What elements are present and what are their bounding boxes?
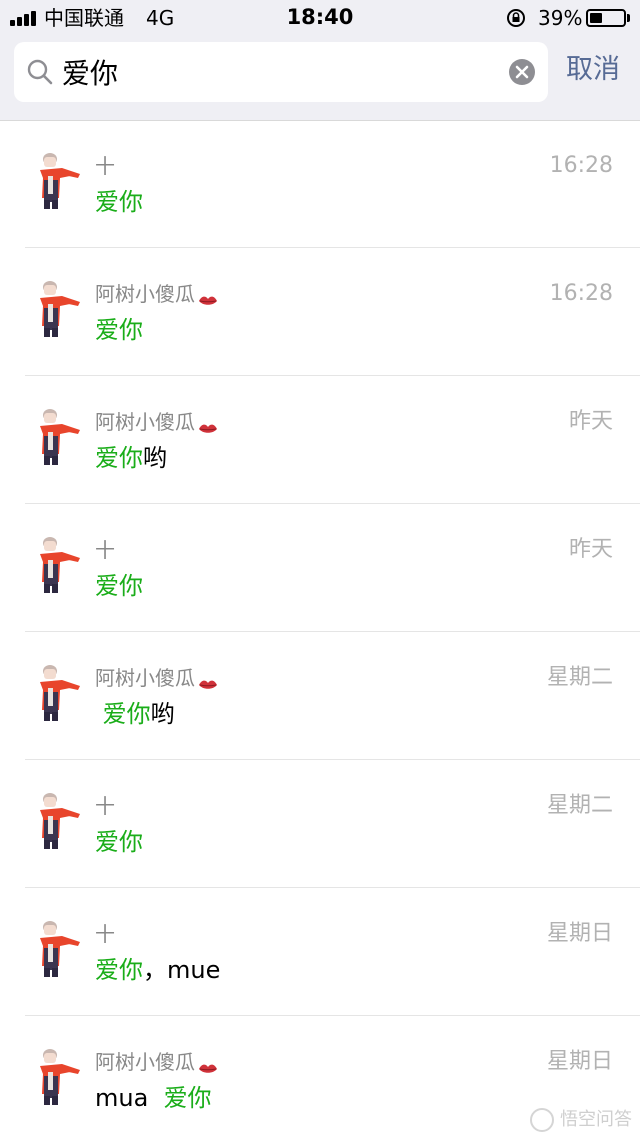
header-bar: 中国联通 4G 18:40 39% 取消 bbox=[0, 0, 640, 121]
search-input[interactable] bbox=[62, 50, 492, 94]
sender-name-text: 阿树小傻瓜 bbox=[95, 1050, 195, 1074]
matched-keyword: 爱你 bbox=[95, 316, 143, 344]
sender-name-text: 十 bbox=[95, 922, 115, 946]
message-snippet: 爱你 bbox=[95, 313, 143, 347]
search-results-list: 十 16:28 爱你 阿树小傻瓜 16:28 爱你 阿树小傻瓜 昨天 爱你哟十昨天 爱你 阿树小傻瓜… bbox=[0, 120, 640, 1144]
search-result-item[interactable]: 阿树小傻瓜 16:28 爱你 bbox=[0, 248, 640, 376]
search-result-item[interactable]: 十 星期二爱你 bbox=[0, 760, 640, 888]
message-time: 昨天 bbox=[568, 409, 613, 434]
message-snippet: 爱你哟 bbox=[95, 441, 167, 475]
search-icon bbox=[27, 59, 53, 85]
status-bar: 中国联通 4G 18:40 39% bbox=[0, 0, 640, 36]
message-snippet: 爱你 bbox=[95, 825, 143, 859]
clear-search-icon[interactable] bbox=[508, 58, 536, 86]
matched-keyword: 爱你 bbox=[95, 956, 143, 984]
sender-name-text: 十 bbox=[95, 538, 115, 562]
snippet-text-after: 哟 bbox=[143, 444, 167, 472]
snippet-text-after: 哟 bbox=[150, 700, 175, 728]
sender-name-text: 阿树小傻瓜 bbox=[95, 666, 195, 690]
sender-name: 阿树小傻瓜 bbox=[95, 280, 219, 308]
message-time: 星期二 bbox=[546, 793, 613, 818]
sender-name: 十 bbox=[95, 536, 115, 564]
battery-tip bbox=[627, 14, 630, 22]
message-snippet: 爱你 bbox=[95, 185, 143, 219]
cancel-button[interactable]: 取消 bbox=[566, 50, 620, 90]
message-time: 星期日 bbox=[546, 1049, 613, 1074]
search-box[interactable] bbox=[14, 42, 548, 102]
matched-keyword: 爱你 bbox=[95, 444, 143, 472]
message-time: 星期二 bbox=[546, 665, 613, 690]
message-snippet: mua 爱你 bbox=[95, 1081, 212, 1115]
search-result-item[interactable]: 十 16:28 爱你 bbox=[0, 120, 640, 248]
kiss-lips-icon bbox=[197, 416, 219, 433]
message-snippet: 爱你 bbox=[95, 569, 143, 603]
avatar bbox=[26, 150, 82, 210]
battery-icon bbox=[586, 9, 626, 27]
avatar bbox=[26, 1046, 82, 1106]
sender-name: 阿树小傻瓜 bbox=[95, 408, 219, 436]
sender-name-text: 阿树小傻瓜 bbox=[95, 410, 195, 434]
watermark: 悟空问答 bbox=[530, 1105, 632, 1132]
snippet-text-before: mua bbox=[95, 1084, 164, 1112]
matched-keyword: 爱你 bbox=[95, 828, 143, 856]
sender-name: 十 bbox=[95, 792, 115, 820]
sender-name: 阿树小傻瓜 bbox=[95, 1048, 219, 1076]
matched-keyword: 爱你 bbox=[95, 188, 143, 216]
battery-percent: 39% bbox=[538, 6, 583, 30]
matched-keyword: 爱你 bbox=[102, 700, 151, 728]
message-snippet: 爱你，mue bbox=[95, 953, 220, 987]
message-snippet: 爱你哟 bbox=[95, 697, 175, 731]
search-result-item[interactable]: 阿树小傻瓜 星期二 爱你哟 bbox=[0, 632, 640, 760]
matched-keyword: 爱你 bbox=[95, 572, 143, 600]
avatar bbox=[26, 406, 82, 466]
watermark-logo-icon bbox=[530, 1108, 554, 1132]
sender-name-text: 阿树小傻瓜 bbox=[95, 282, 195, 306]
kiss-lips-icon bbox=[197, 672, 219, 689]
sender-name-text: 十 bbox=[95, 154, 115, 178]
watermark-text: 悟空问答 bbox=[560, 1109, 632, 1130]
message-time: 昨天 bbox=[568, 537, 613, 562]
message-time: 星期日 bbox=[546, 921, 613, 946]
search-result-item[interactable]: 阿树小傻瓜 昨天爱你哟 bbox=[0, 376, 640, 504]
search-result-item[interactable]: 十 昨天爱你 bbox=[0, 504, 640, 632]
search-result-item[interactable]: 十 星期日爱你，mue bbox=[0, 888, 640, 1016]
sender-name: 十 bbox=[95, 920, 115, 948]
sender-name: 阿树小傻瓜 bbox=[95, 664, 219, 692]
sender-name: 十 bbox=[95, 152, 115, 180]
matched-keyword: 爱你 bbox=[163, 1084, 212, 1112]
kiss-lips-icon bbox=[197, 1056, 219, 1073]
kiss-lips-icon bbox=[197, 288, 219, 305]
rotation-lock-icon bbox=[507, 9, 525, 27]
avatar bbox=[26, 918, 82, 978]
avatar bbox=[26, 662, 82, 722]
sender-name-text: 十 bbox=[95, 794, 115, 818]
message-time: 16:28 bbox=[549, 153, 613, 178]
avatar bbox=[26, 790, 82, 850]
snippet-text-after: ，mue bbox=[143, 956, 221, 984]
snippet-text-before bbox=[95, 700, 103, 728]
message-time: 16:28 bbox=[549, 281, 613, 306]
avatar bbox=[26, 534, 82, 594]
avatar bbox=[26, 278, 82, 338]
